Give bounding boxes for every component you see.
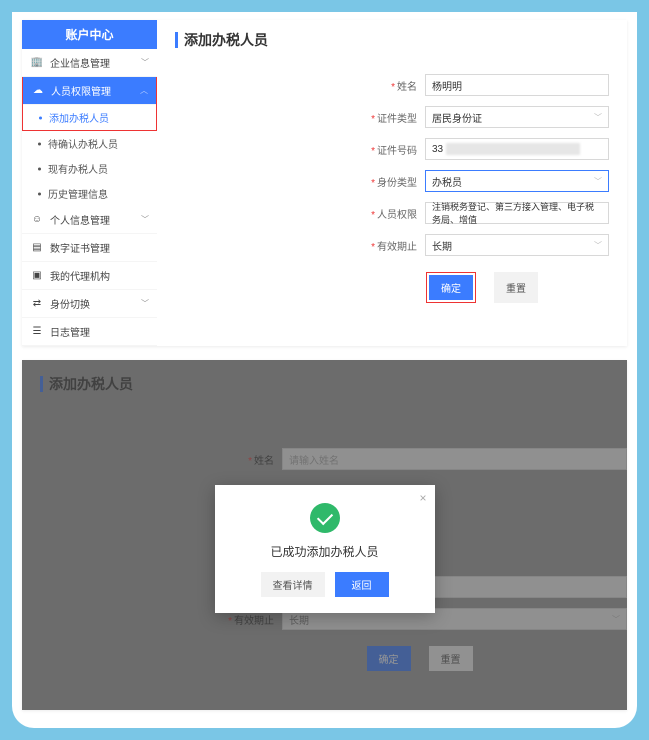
page-title: 添加办税人员 — [184, 30, 268, 50]
label-idno: 证件号码 — [377, 146, 417, 157]
chevron-down-icon: ﹀ — [141, 57, 149, 68]
sidebar-sub-pending[interactable]: 待确认办税人员 — [22, 131, 157, 156]
sidebar-item-permission[interactable]: ☁ 人员权限管理 ︿ — [23, 77, 156, 105]
add-staff-form: *姓名 杨明明 *证件类型 居民身份证 ﹀ *证件号码 33 *身份类型 — [355, 74, 609, 303]
switch-icon: ⇄ — [30, 298, 44, 309]
sidebar: 账户中心 🏢 企业信息管理 ﹀ ☁ 人员权限管理 ︿ 添加办税人员 — [22, 20, 157, 346]
view-detail-button[interactable]: 查看详情 — [261, 572, 325, 597]
chevron-down-icon: ﹀ — [141, 298, 149, 309]
sidebar-sub-history[interactable]: 历史管理信息 — [22, 181, 157, 206]
dot-icon — [38, 167, 41, 170]
chevron-down-icon: ﹀ — [594, 240, 602, 251]
sidebar-item-enterprise-info[interactable]: 🏢 企业信息管理 ﹀ — [22, 49, 157, 77]
sidebar-sub-existing[interactable]: 现有办税人员 — [22, 156, 157, 181]
label-idtype: 证件类型 — [377, 114, 417, 125]
name-field[interactable]: 杨明明 — [425, 74, 609, 96]
user-shield-icon: ☁ — [31, 85, 45, 96]
top-panel: 账户中心 🏢 企业信息管理 ﹀ ☁ 人员权限管理 ︿ 添加办税人员 — [22, 20, 627, 346]
success-check-icon — [310, 503, 340, 533]
chevron-down-icon: ﹀ — [594, 112, 602, 123]
reset-button[interactable]: 重置 — [494, 272, 538, 303]
select-value: 居民身份证 — [432, 110, 482, 125]
sidebar-item-agency[interactable]: ▣ 我的代理机构 — [22, 262, 157, 290]
label-role: 身份类型 — [377, 178, 417, 189]
sidebar-sub-label: 添加办税人员 — [49, 114, 109, 125]
success-modal: × 已成功添加办税人员 查看详情 返回 — [215, 485, 435, 613]
sidebar-item-label: 我的代理机构 — [50, 268, 110, 283]
sidebar-sub-label: 现有办税人员 — [48, 165, 108, 176]
sidebar-item-personal-info[interactable]: ☺ 个人信息管理 ﹀ — [22, 206, 157, 234]
label-perm: 人员权限 — [377, 210, 417, 221]
idtype-select[interactable]: 居民身份证 ﹀ — [425, 106, 609, 128]
sidebar-sub-add-staff[interactable]: 添加办税人员 — [23, 105, 156, 130]
highlight-box: ☁ 人员权限管理 ︿ 添加办税人员 — [22, 76, 157, 131]
sidebar-sub-label: 待确认办税人员 — [48, 140, 118, 151]
label-name: 姓名 — [397, 82, 417, 93]
sidebar-item-label: 人员权限管理 — [51, 83, 111, 98]
modal-message: 已成功添加办税人员 — [229, 543, 421, 560]
sidebar-item-switch[interactable]: ⇄ 身份切换 ﹀ — [22, 290, 157, 318]
label-valid: 有效期止 — [377, 242, 417, 253]
idno-field[interactable]: 33 — [425, 138, 609, 160]
sidebar-item-label: 数字证书管理 — [50, 240, 110, 255]
select-value: 长期 — [432, 238, 452, 253]
chevron-down-icon: ﹀ — [141, 214, 149, 225]
sidebar-item-label: 企业信息管理 — [50, 55, 110, 70]
dot-icon — [38, 142, 41, 145]
chevron-up-icon: ︿ — [140, 85, 148, 96]
main-content: 添加办税人员 *姓名 杨明明 *证件类型 居民身份证 ﹀ *证件号码 33 — [157, 20, 627, 346]
user-icon: ☺ — [30, 214, 44, 225]
sidebar-item-cert[interactable]: ▤ 数字证书管理 — [22, 234, 157, 262]
dot-icon — [38, 192, 41, 195]
perm-field[interactable]: 注销税务登记、第三方接入管理、电子税务局、增值 — [425, 202, 609, 224]
back-button[interactable]: 返回 — [335, 572, 389, 597]
valid-select[interactable]: 长期 ﹀ — [425, 234, 609, 256]
log-icon: ☰ — [30, 326, 44, 337]
close-icon[interactable]: × — [419, 491, 426, 505]
chevron-down-icon: ﹀ — [594, 176, 602, 187]
title-bar — [175, 32, 178, 48]
highlight-box: 确定 — [426, 272, 476, 303]
sidebar-sub-label: 历史管理信息 — [48, 190, 108, 201]
sidebar-header: 账户中心 — [22, 20, 157, 49]
bottom-panel: 添加办税人员 *姓名 请输入姓名 . . . *人员权限 请点击设置人员权限 *… — [22, 360, 627, 710]
sidebar-item-label: 身份切换 — [50, 296, 90, 311]
sidebar-item-log[interactable]: ☰ 日志管理 — [22, 318, 157, 346]
confirm-button[interactable]: 确定 — [429, 275, 473, 300]
sidebar-item-label: 个人信息管理 — [50, 212, 110, 227]
select-value: 办税员 — [432, 174, 462, 189]
role-select[interactable]: 办税员 ﹀ — [425, 170, 609, 192]
building-icon: 🏢 — [30, 57, 44, 68]
cert-icon: ▤ — [30, 242, 44, 253]
dot-icon — [39, 116, 42, 119]
agency-icon: ▣ — [30, 270, 44, 281]
sidebar-item-label: 日志管理 — [50, 324, 90, 339]
